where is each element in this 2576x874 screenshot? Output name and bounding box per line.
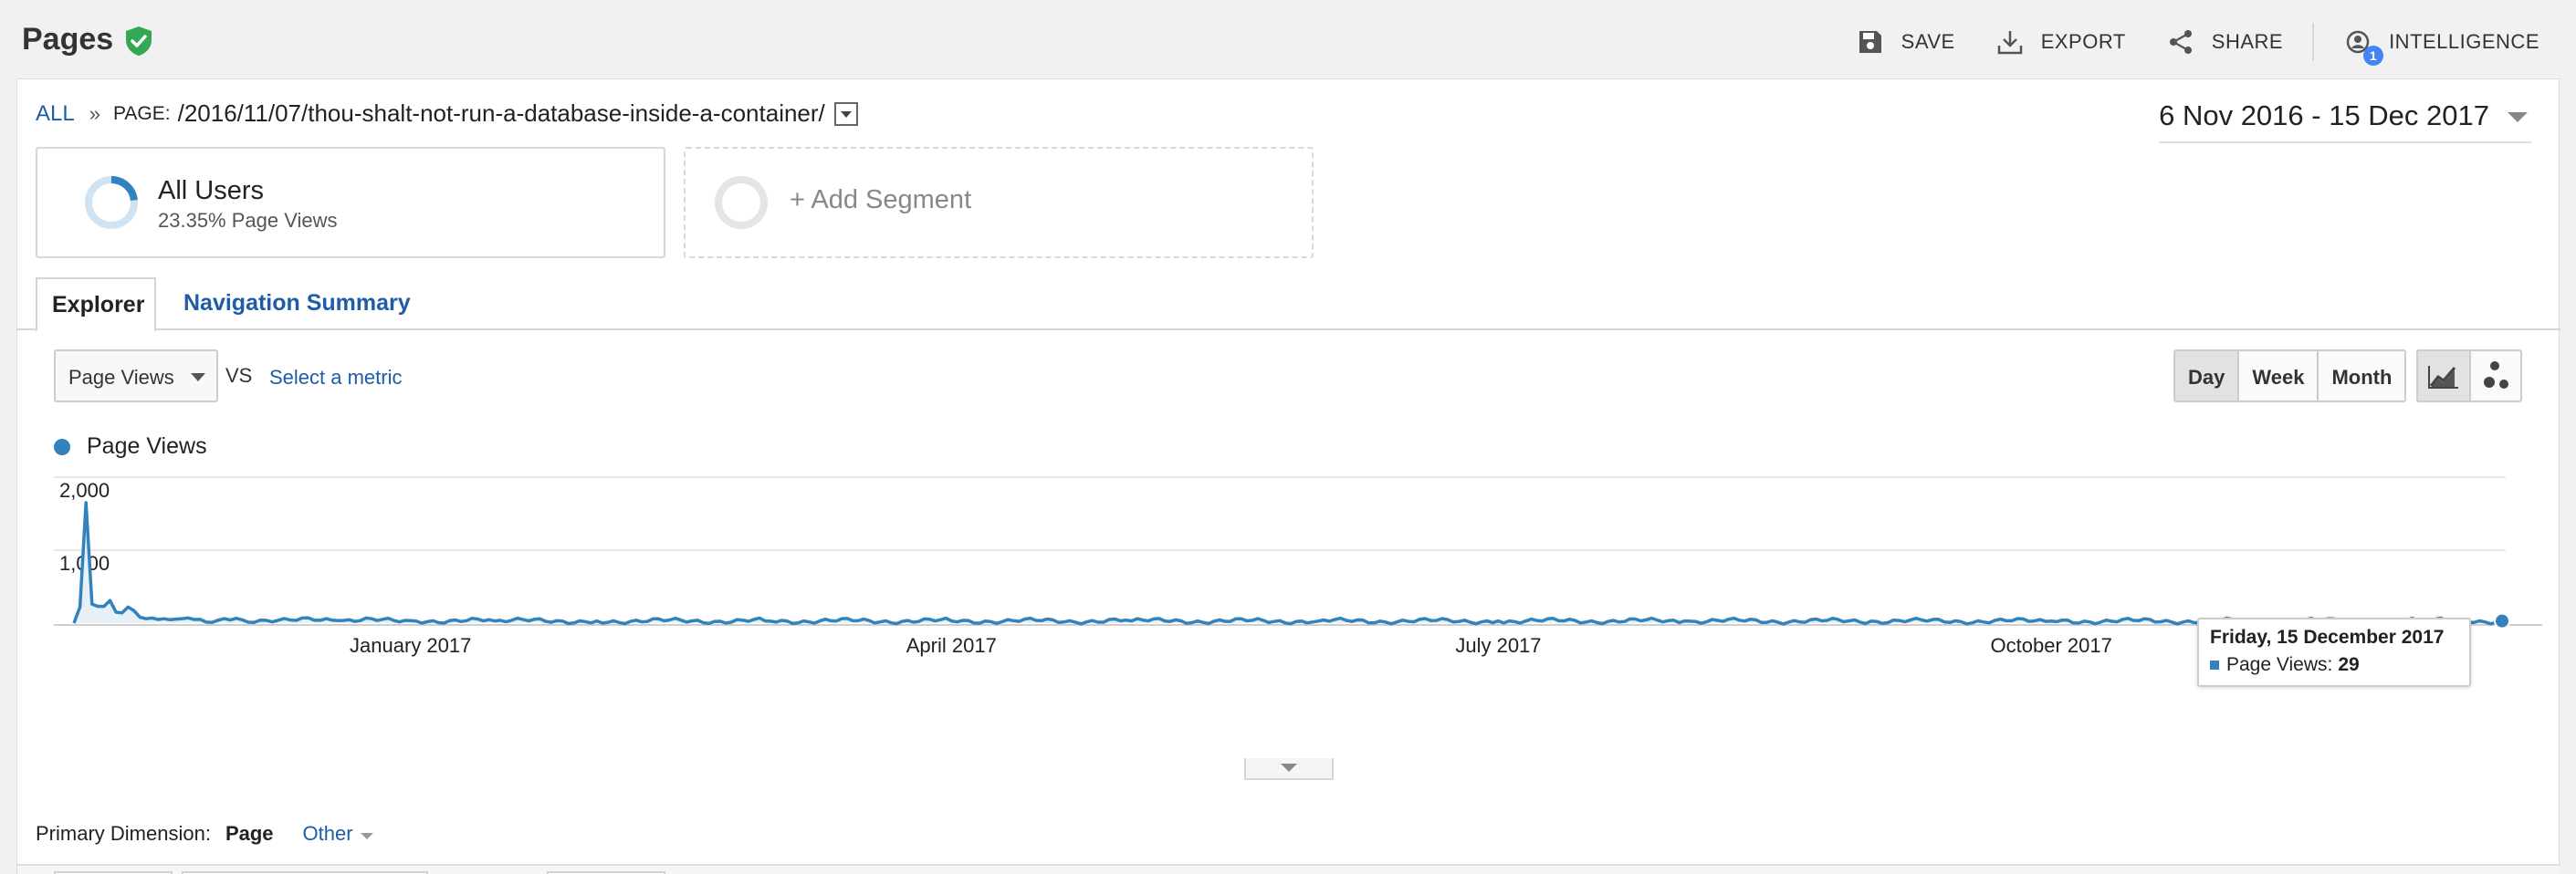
save-label: SAVE [1901,30,1955,53]
x-tick-label: July 2017 [1455,634,1541,657]
primary-dimension-page[interactable]: Page [225,822,274,846]
y-tick-label: 2,000 [59,479,110,502]
series-line-page-views [72,501,2503,626]
breadcrumb-dropdown-button[interactable] [833,101,858,126]
x-tick-label: January 2017 [350,634,471,657]
actions-divider [2312,23,2315,61]
add-segment-label: + Add Segment [790,185,972,214]
segment-name: All Users [158,176,265,205]
export-label: EXPORT [2040,30,2126,53]
tooltip-row: Page Views: 29 [2210,654,2458,676]
add-segment-button[interactable]: + Add Segment [684,147,1314,258]
tooltip-date: Friday, 15 December 2017 [2210,627,2445,648]
breadcrumb-dimension-key: PAGE: [112,102,171,124]
primary-dimension-other-dropdown[interactable]: Other [303,822,375,846]
highlighted-data-point[interactable] [2494,612,2510,629]
intelligence-button[interactable]: 1 INTELLIGENCE [2343,27,2539,66]
collapse-chart-button[interactable] [1244,758,1334,780]
breadcrumb-page-path: /2016/11/07/thou-shalt-not-run-a-databas… [177,99,825,127]
report-panel: ALL » PAGE: /2016/11/07/thou-shalt-not-r… [16,78,2560,874]
segment-donut-icon [85,176,138,229]
breadcrumb: ALL » PAGE: /2016/11/07/thou-shalt-not-r… [36,99,858,128]
empty-segment-ring-icon [715,176,768,229]
chart-tooltip: Friday, 15 December 2017 Page Views: 29 [2197,618,2471,687]
intelligence-badge: 1 [2363,46,2384,66]
series-layer [72,501,2510,629]
share-button[interactable]: SHARE [2166,27,2283,57]
page-views-chart[interactable]: 2,0001,000 January 2017 April 2017 July 201… [54,371,2542,682]
segment-all-users[interactable]: All Users 23.35% Page Views [36,147,665,258]
x-tick-label: April 2017 [906,634,997,657]
top-bar: Pages SAVE EXPORT SHARE 1 INTELLIGENCE [0,0,2576,78]
segment-share: 23.35% Page Views [158,209,338,232]
primary-dimension-selector: Primary Dimension: Page Other [36,822,375,846]
intelligence-label: INTELLIGENCE [2389,30,2539,53]
tooltip-label: Page Views: [2226,654,2333,675]
date-range-picker[interactable]: 6 Nov 2016 - 15 Dec 2017 [2159,99,2531,143]
breadcrumb-separator: » [89,101,100,125]
page-title: Pages [22,22,114,57]
share-icon [2169,30,2192,54]
floppy-disk-icon [1859,31,1881,53]
tooltip-value: 29 [2338,654,2360,675]
breadcrumb-all-link[interactable]: ALL [36,101,75,127]
tooltip-series-marker [2210,661,2219,670]
tab-navigation-summary[interactable]: Navigation Summary [169,277,425,332]
tab-explorer[interactable]: Explorer [36,277,156,332]
save-button[interactable]: SAVE [1856,27,1955,57]
share-label: SHARE [2211,30,2284,53]
report-actions: SAVE EXPORT SHARE 1 INTELLIGENCE [1816,23,2539,66]
export-button[interactable]: EXPORT [1995,27,2126,57]
primary-dimension-label: Primary Dimension: [36,822,211,845]
download-icon [1997,31,2022,55]
series-group [72,501,2510,629]
report-tabs: Explorer Navigation Summary [17,277,2560,332]
table-toolbar-strip [17,864,2560,874]
plot-area: 2,0001,000 [54,476,2506,575]
x-tick-label: October 2017 [1991,634,2112,657]
verified-shield-icon [126,26,152,56]
series-area [74,503,2502,624]
